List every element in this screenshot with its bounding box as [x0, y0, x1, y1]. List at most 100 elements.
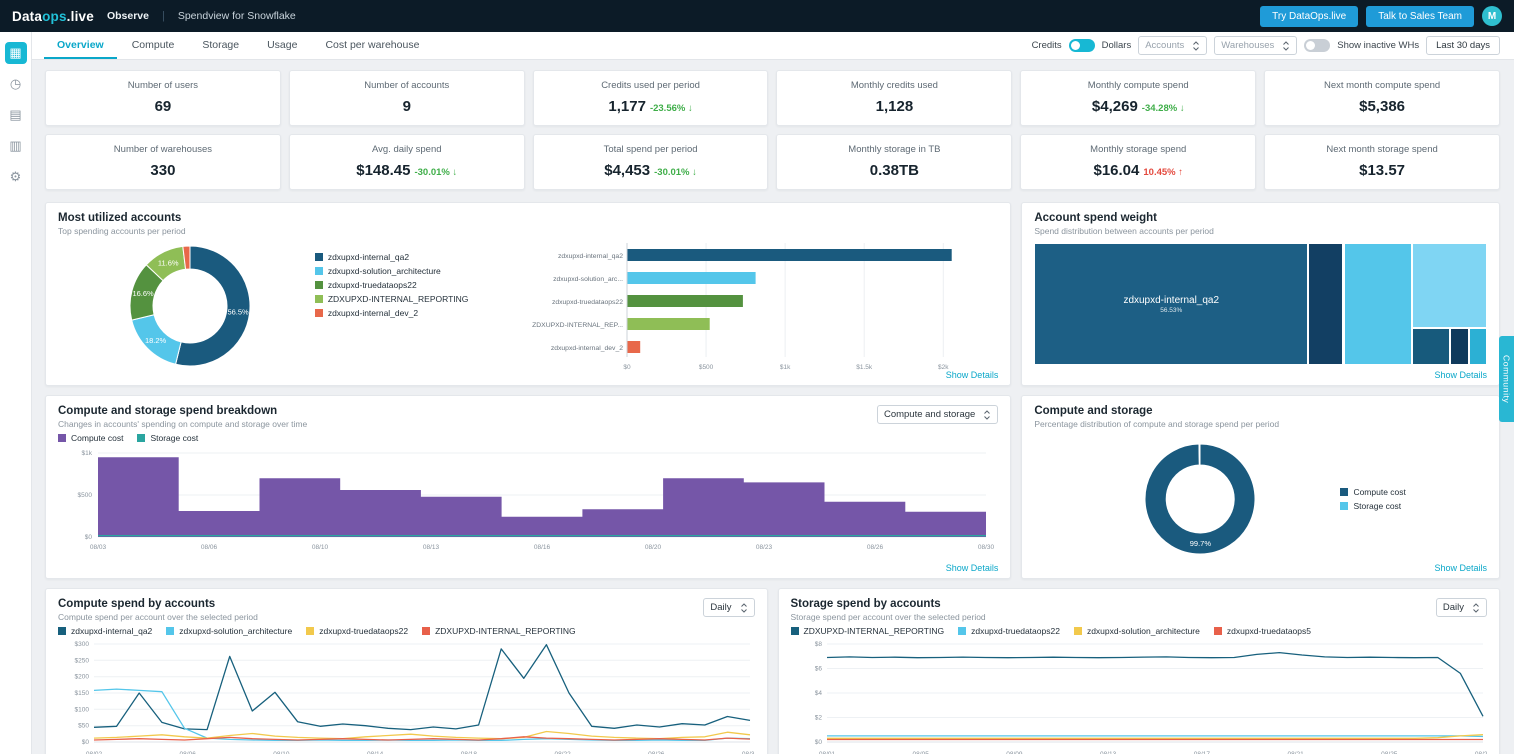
treemap-block[interactable] — [1449, 328, 1469, 365]
legend-item: Compute cost — [1340, 487, 1406, 497]
account-spend-weight-treemap: zdxupxd-internal_qa2 56.53% — [1034, 243, 1487, 365]
legend-item: zdxupxd-truedataops22 — [314, 280, 527, 290]
kpi-value-number: $148.45 — [356, 162, 411, 179]
history-icon[interactable]: ◷ — [5, 73, 27, 95]
charts-icon[interactable]: ▤ — [5, 104, 27, 126]
kpi-card: Next month compute spend $5,386 — [1264, 70, 1500, 126]
kpi-value-number: $5,386 — [1359, 98, 1406, 115]
axis-tick-label: $4 — [814, 690, 822, 697]
kpi-delta: -30.01% ↓ — [414, 167, 458, 178]
kpi-value: $4,269 -34.28% ↓ — [1029, 98, 1247, 115]
card-subtitle: Changes in accounts' spending on compute… — [58, 419, 308, 429]
compute-storage-legend: Compute cost Storage cost — [1340, 487, 1406, 511]
treemap-block[interactable] — [1308, 243, 1344, 365]
bar-category-label: zdxupxd-truedataops22 — [552, 299, 623, 306]
axis-tick-label: $0 — [82, 739, 90, 746]
tab-cost-per-warehouse[interactable]: Cost per warehouse — [312, 32, 432, 59]
compute-by-account-line-chart: $300$250$200$150$100$50$008/0208/0608/10… — [75, 641, 759, 754]
legend-swatch — [137, 434, 146, 442]
kpi-value-number: 1,128 — [875, 98, 914, 115]
tab-compute[interactable]: Compute — [119, 32, 188, 59]
legend-item: zdxupxd-solution_architecture — [1073, 626, 1200, 636]
accounts-select[interactable]: Accounts — [1138, 36, 1208, 55]
treemap-block[interactable] — [1468, 328, 1487, 365]
show-details-link[interactable]: Show Details — [1434, 563, 1487, 573]
legend-label: Storage cost — [1353, 501, 1402, 511]
treemap-block-pct: 56.53% — [1160, 306, 1183, 314]
card-head: Compute and storage spend breakdown Chan… — [58, 405, 999, 429]
compute-storage-card: Compute and storage Percentage distribut… — [1021, 395, 1500, 579]
kpi-delta: -23.56% ↓ — [649, 103, 693, 114]
nav-observe[interactable]: Observe — [107, 10, 149, 22]
avatar[interactable]: M — [1482, 6, 1502, 26]
kpi-value: 69 — [54, 98, 272, 115]
kpi-label: Monthly storage spend — [1090, 144, 1187, 155]
most-utilized-donut-chart: 56.5% 18.2% 16.6% 11.6% — [129, 245, 251, 367]
card-subtitle: Top spending accounts per period — [58, 226, 186, 236]
kpi-value-number: $4,453 — [604, 162, 651, 179]
reports-icon[interactable]: ▥ — [5, 135, 27, 157]
community-tab[interactable]: Community — [1499, 336, 1514, 422]
account-spend-weight-card: Account spend weight Spend distribution … — [1021, 202, 1500, 386]
credits-dollars-toggle[interactable] — [1068, 39, 1095, 52]
kpi-label: Monthly credits used — [850, 80, 938, 91]
bar-category-label: ZDXUPXD-INTERNAL_REP... — [532, 322, 623, 329]
axis-tick-label: 08/10 — [312, 544, 329, 551]
breakdown-metric-select-value: Compute and storage — [883, 409, 976, 420]
legend-swatch — [422, 627, 431, 635]
axis-tick-label: 08/30 — [978, 544, 995, 551]
treemap-block[interactable] — [1412, 243, 1487, 329]
storage-granularity-select[interactable]: Daily — [1435, 598, 1487, 617]
tab-storage[interactable]: Storage — [189, 32, 252, 59]
show-details-link[interactable]: Show Details — [946, 563, 999, 573]
show-inactive-toggle[interactable] — [1304, 39, 1331, 52]
bar — [627, 272, 756, 284]
settings-icon[interactable]: ⚙ — [5, 166, 27, 188]
breakdown-metric-select[interactable]: Compute and storage — [876, 405, 999, 424]
toggle-knob — [1070, 41, 1080, 50]
dollars-label: Dollars — [1101, 40, 1132, 51]
axis-tick-label: 08/20 — [645, 544, 662, 551]
kpi-label: Next month storage spend — [1326, 144, 1438, 155]
legend-item: zdxupxd-solution_architecture — [314, 266, 527, 276]
chevron-updown-icon — [984, 409, 991, 420]
legend-label: zdxupxd-internal_qa2 — [327, 252, 410, 262]
accounts-select-placeholder: Accounts — [1145, 40, 1185, 51]
tabbar: Overview Compute Storage Usage Cost per ware… — [32, 32, 1514, 60]
legend-label: zdxupxd-internal_dev_2 — [327, 308, 419, 318]
date-range-button[interactable]: Last 30 days — [1426, 36, 1500, 55]
compute-by-account-card: Compute spend by accounts Compute spend … — [45, 588, 768, 754]
kpi-value: $5,386 — [1273, 98, 1491, 115]
logo[interactable]: Dataops.live — [12, 9, 94, 24]
axis-tick-label: $200 — [75, 674, 90, 681]
line-series — [93, 730, 751, 740]
treemap-block[interactable]: zdxupxd-internal_qa2 56.53% — [1034, 243, 1309, 365]
treemap-block[interactable] — [1343, 243, 1413, 365]
donut-slice-label: 16.6% — [132, 289, 154, 298]
toggle-knob — [1306, 41, 1316, 50]
tab-overview[interactable]: Overview — [44, 32, 117, 59]
axis-tick-label: $300 — [75, 641, 90, 648]
show-details-link[interactable]: Show Details — [946, 370, 999, 380]
storage-by-account-line-chart: $8$6$4$2$008/0108/0508/0908/1308/1708/21… — [814, 641, 1491, 754]
breakdown-card: Compute and storage spend breakdown Chan… — [45, 395, 1012, 579]
legend-swatch — [958, 627, 967, 635]
talk-sales-button[interactable]: Talk to Sales Team — [1366, 5, 1474, 27]
line-series — [93, 644, 751, 731]
compute-granularity-select[interactable]: Daily — [703, 598, 755, 617]
axis-tick-label: $8 — [814, 641, 822, 648]
spendview-icon[interactable]: ▦ — [4, 42, 27, 64]
treemap-block[interactable] — [1412, 328, 1450, 365]
kpi-value: 0.38TB — [785, 162, 1003, 179]
show-details-link[interactable]: Show Details — [1434, 370, 1487, 380]
axis-tick-label: $500 — [699, 364, 714, 371]
warehouses-select[interactable]: Warehouses — [1214, 36, 1298, 55]
tab-usage[interactable]: Usage — [254, 32, 310, 59]
kpi-card: Number of warehouses 330 — [45, 134, 281, 190]
compute-by-account-legend: zdxupxd-internal_qa2 zdxupxd-solution_arc… — [58, 626, 755, 636]
axis-tick-label: $1.5k — [856, 364, 873, 371]
try-dataops-button[interactable]: Try DataOps.live — [1260, 5, 1359, 27]
line-series — [826, 651, 1484, 717]
kpi-label: Number of accounts — [364, 80, 450, 91]
kpi-label: Number of users — [127, 80, 199, 91]
